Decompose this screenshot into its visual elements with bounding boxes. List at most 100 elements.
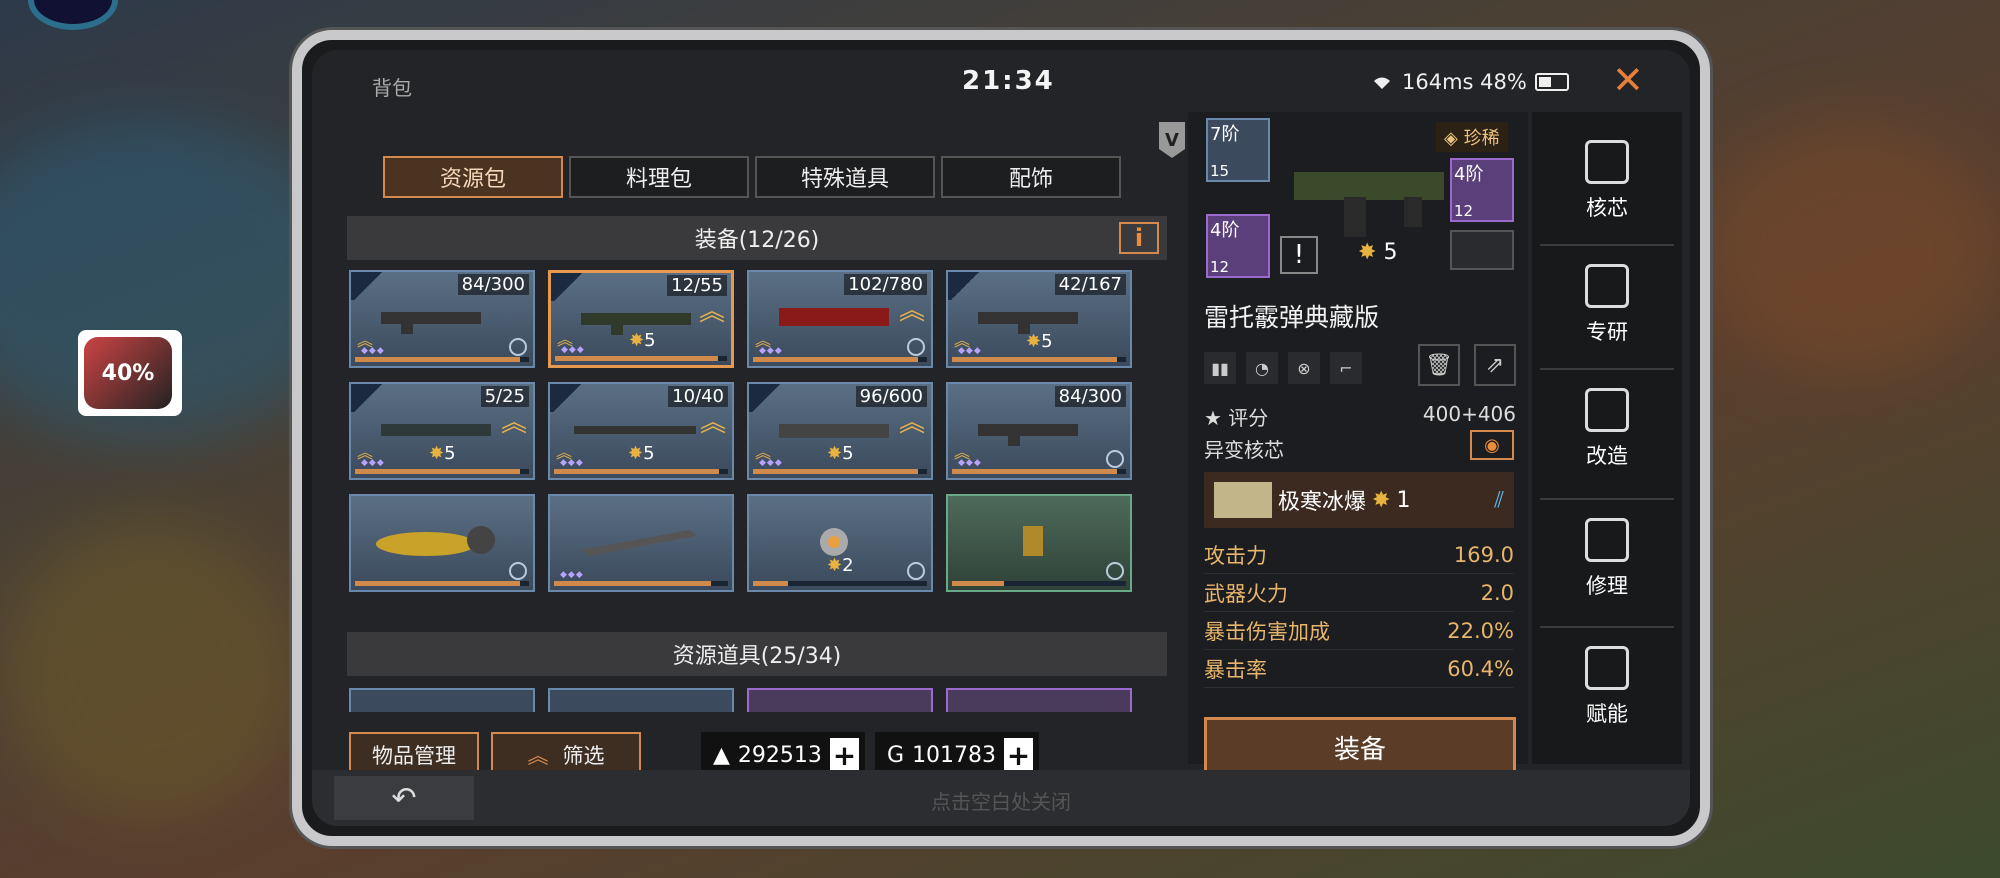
gear-icon bbox=[907, 562, 925, 580]
score-star-icon: ★ bbox=[1204, 406, 1222, 430]
close-hint: 点击空白处关闭 bbox=[931, 790, 1071, 814]
modify-icon bbox=[1585, 388, 1629, 432]
rarity-corner-icon bbox=[948, 272, 982, 300]
item-card[interactable] bbox=[349, 494, 535, 592]
tab-bar: 资源包 料理包 特殊道具 配饰 bbox=[383, 156, 1121, 198]
gear-icon bbox=[509, 338, 527, 356]
durability-bar bbox=[952, 469, 1126, 474]
eye-icon[interactable]: ◉ bbox=[1470, 430, 1514, 460]
gun-icon bbox=[381, 424, 491, 436]
resource-section-title: 资源道具(25/34) bbox=[672, 644, 842, 669]
tab-food-pack[interactable]: 料理包 bbox=[569, 156, 749, 198]
tab-accessories[interactable]: 配饰 bbox=[941, 156, 1121, 198]
research-icon bbox=[1585, 264, 1629, 308]
nav-core-label: 核芯 bbox=[1586, 196, 1628, 220]
grade-dots: ◆◆◆ bbox=[561, 345, 585, 355]
item-card[interactable] bbox=[946, 494, 1132, 592]
nav-research[interactable]: 专研 bbox=[1532, 264, 1682, 346]
nav-empower-label: 赋能 bbox=[1586, 702, 1628, 726]
grade-dots: ◆◆◆ bbox=[361, 458, 385, 468]
item-card[interactable]: 84/300 ︽ ◆◆◆ bbox=[946, 382, 1132, 480]
grade-dots: ◆◆◆ bbox=[361, 346, 385, 356]
mod-slot[interactable]: 7阶 15 bbox=[1206, 118, 1270, 182]
item-card[interactable]: ✸2 bbox=[747, 494, 933, 592]
close-icon[interactable]: ✕ bbox=[1612, 58, 1644, 102]
resource-slot[interactable] bbox=[747, 688, 933, 712]
delete-button[interactable]: 🗑 bbox=[1418, 344, 1460, 386]
star-level: ✸2 bbox=[827, 555, 854, 576]
share-button[interactable]: ⇗ bbox=[1474, 344, 1516, 386]
mod-level: 4阶 bbox=[1210, 220, 1240, 241]
nav-core[interactable]: 核芯 bbox=[1532, 140, 1682, 222]
star-rating: ✸ 5 bbox=[1358, 240, 1398, 265]
stat-row: 攻击力 169.0 bbox=[1204, 536, 1514, 574]
resource-slot[interactable] bbox=[349, 688, 535, 712]
mod-number: 12 bbox=[1210, 258, 1230, 276]
core-item-icon bbox=[1214, 482, 1272, 518]
add-gold-button[interactable]: + bbox=[829, 738, 859, 772]
filter-icon: ︽ bbox=[527, 744, 549, 768]
equip-button[interactable]: 装备 bbox=[1204, 717, 1516, 777]
item-card[interactable]: 84/300 ︽ ◆◆◆ bbox=[349, 270, 535, 368]
add-coin-button[interactable]: + bbox=[1004, 738, 1033, 772]
resource-grid bbox=[349, 688, 1132, 712]
attachment-slot[interactable] bbox=[1450, 230, 1514, 270]
resource-slot[interactable] bbox=[548, 688, 734, 712]
item-card[interactable]: 10/40 ︽ ︽ ◆◆◆ ✸5 bbox=[548, 382, 734, 480]
tab-resource-pack[interactable]: 资源包 bbox=[383, 156, 563, 198]
durability-bar bbox=[753, 581, 927, 586]
info-button[interactable]: i bbox=[1119, 222, 1159, 254]
divider bbox=[1540, 368, 1674, 370]
stat-list: 攻击力 169.0 武器火力 2.0 暴击伤害加成 22.0% 暴击率 60.4% bbox=[1204, 536, 1514, 688]
side-nav: 核芯 专研 改造 修理 赋能 bbox=[1532, 112, 1682, 764]
item-card[interactable]: 96/600 ︽ ︽ ◆◆◆ ✸5 bbox=[747, 382, 933, 480]
item-count: 42/167 bbox=[1054, 274, 1126, 295]
footer-strip[interactable]: ↶ 点击空白处关闭 bbox=[312, 770, 1690, 826]
tab-special-items[interactable]: 特殊道具 bbox=[755, 156, 935, 198]
item-card[interactable]: 42/167 ︽ ◆◆◆ ✸5 bbox=[946, 270, 1132, 368]
upgrade-chevron-icon: ︽ bbox=[698, 297, 725, 327]
item-card[interactable]: 5/25 ︽ ︽ ◆◆◆ ✸5 bbox=[349, 382, 535, 480]
rank-chevron-icon: ︽ bbox=[755, 331, 772, 350]
weapon-name: 雷托霰弹典藏版 bbox=[1204, 303, 1380, 332]
rank-chevron-icon: ︽ bbox=[954, 443, 971, 462]
resource-slot[interactable] bbox=[946, 688, 1132, 712]
durability-bar bbox=[555, 356, 727, 361]
core-name: 极寒冰爆 bbox=[1278, 490, 1367, 515]
sword-icon bbox=[580, 530, 696, 556]
hammer-icon bbox=[1585, 518, 1629, 562]
gear-icon bbox=[907, 338, 925, 356]
nav-repair[interactable]: 修理 bbox=[1532, 518, 1682, 600]
star-level: ✸5 bbox=[827, 443, 854, 464]
upgrade-chevron-icon: ︽ bbox=[898, 296, 925, 326]
corner-ring-icon[interactable] bbox=[28, 0, 118, 30]
gun-icon bbox=[779, 424, 889, 438]
background-blob bbox=[1700, 120, 2000, 380]
durability-bar bbox=[952, 581, 1126, 586]
rarity-corner-icon bbox=[551, 273, 585, 301]
alert-icon[interactable]: ! bbox=[1280, 236, 1318, 274]
mod-slot[interactable]: 4阶 12 bbox=[1206, 214, 1270, 278]
item-card[interactable]: 102/780 ︽ ︽ ◆◆◆ bbox=[747, 270, 933, 368]
nav-empower[interactable]: 赋能 bbox=[1532, 646, 1682, 728]
resource-section-header: 资源道具(25/34) bbox=[347, 632, 1167, 676]
durability-bar bbox=[355, 357, 529, 362]
item-count: 10/40 bbox=[668, 386, 728, 407]
item-card-selected[interactable]: 12/55 ︽ ︽ ◆◆◆ ✸5 bbox=[548, 270, 734, 368]
nav-modify[interactable]: 改造 bbox=[1532, 388, 1682, 470]
floating-widget[interactable]: 40% bbox=[78, 330, 182, 416]
upgrade-chevron-icon: ︽ bbox=[898, 408, 925, 438]
background-blob bbox=[0, 520, 300, 820]
core-item[interactable]: 极寒冰爆 ✸ 1 ⫽ bbox=[1204, 472, 1514, 528]
battery-icon bbox=[1534, 73, 1569, 91]
item-card[interactable]: ◆◆◆ bbox=[548, 494, 734, 592]
core-icon bbox=[1585, 140, 1629, 184]
divider bbox=[1540, 626, 1674, 628]
vip-badge-icon[interactable]: V bbox=[1159, 122, 1185, 158]
mod-number: 12 bbox=[1454, 202, 1474, 220]
rank-chevron-icon: ︽ bbox=[954, 331, 971, 350]
rarity-corner-icon bbox=[550, 384, 584, 412]
mod-slot[interactable]: 4阶 12 bbox=[1450, 158, 1514, 222]
rarity-corner-icon bbox=[749, 384, 783, 412]
rarity-corner-icon bbox=[351, 384, 385, 412]
